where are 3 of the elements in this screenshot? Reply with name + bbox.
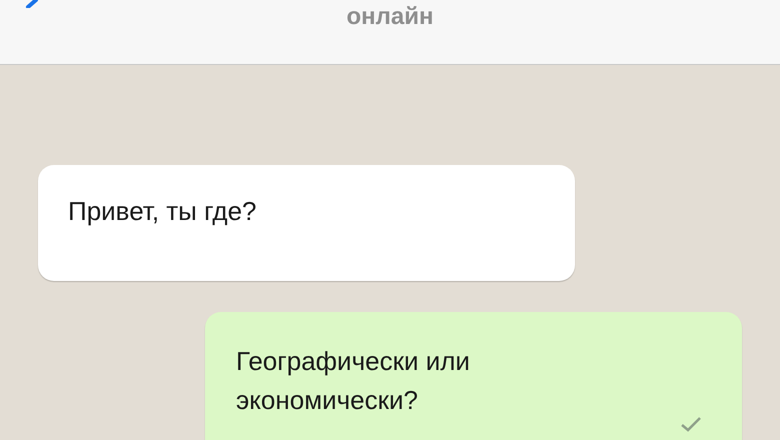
message-text: Привет, ты где? [68, 195, 258, 228]
contact-status: онлайн [346, 2, 434, 32]
message-text: Географически или экономически? [236, 345, 471, 417]
